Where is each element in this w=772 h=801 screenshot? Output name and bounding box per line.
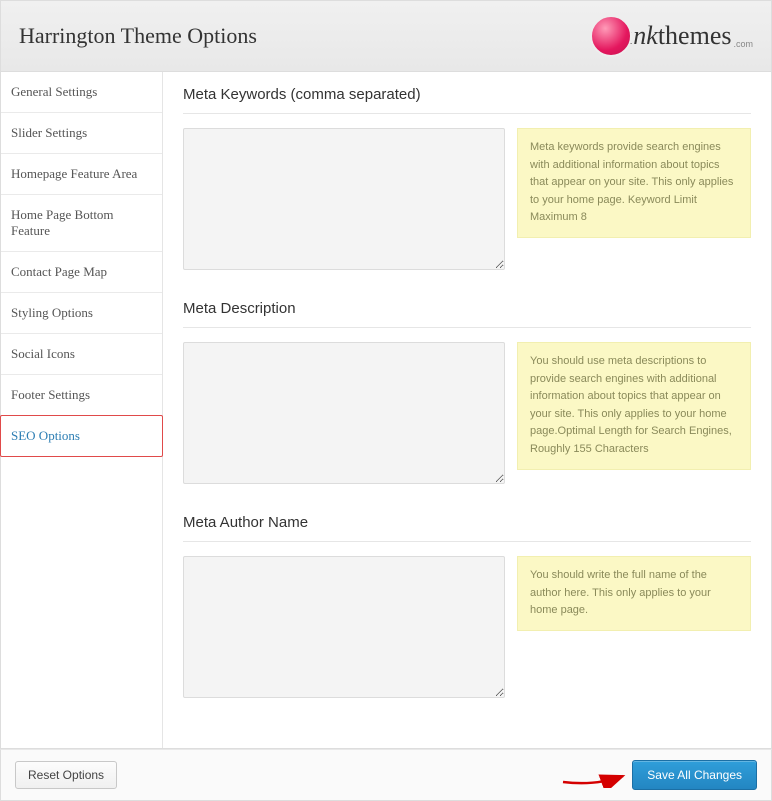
sidebar-item-contact-page-map[interactable]: Contact Page Map xyxy=(1,252,162,293)
logo-icon xyxy=(590,15,632,57)
header-bar: Harrington Theme Options ınkthemes .com xyxy=(0,0,772,72)
section-meta-description: Meta Description You should use meta des… xyxy=(183,300,751,484)
section-title: Meta Author Name xyxy=(183,514,751,542)
save-all-changes-button[interactable]: Save All Changes xyxy=(632,760,757,790)
content-area: Meta Keywords (comma separated) Meta key… xyxy=(163,72,771,748)
sidebar-item-social-icons[interactable]: Social Icons xyxy=(1,334,162,375)
main-panel: General Settings Slider Settings Homepag… xyxy=(0,72,772,749)
sidebar-item-homepage-feature-area[interactable]: Homepage Feature Area xyxy=(1,154,162,195)
sidebar-item-home-page-bottom-feature[interactable]: Home Page Bottom Feature xyxy=(1,195,162,252)
section-title: Meta Description xyxy=(183,300,751,328)
section-meta-author: Meta Author Name You should write the fu… xyxy=(183,514,751,698)
logo-text: ınkthemes xyxy=(626,21,731,51)
sidebar-item-slider-settings[interactable]: Slider Settings xyxy=(1,113,162,154)
sidebar-item-styling-options[interactable]: Styling Options xyxy=(1,293,162,334)
footer-bar: Reset Options Save All Changes xyxy=(0,749,772,801)
sidebar: General Settings Slider Settings Homepag… xyxy=(1,72,163,748)
sidebar-item-footer-settings[interactable]: Footer Settings xyxy=(1,375,162,416)
logo-domain: .com xyxy=(733,39,753,57)
reset-options-button[interactable]: Reset Options xyxy=(15,761,117,789)
meta-description-help: You should use meta descriptions to prov… xyxy=(517,342,751,470)
sidebar-item-general-settings[interactable]: General Settings xyxy=(1,72,162,113)
meta-author-input[interactable] xyxy=(183,556,505,698)
arrow-annotation-icon xyxy=(561,764,631,788)
sidebar-item-seo-options[interactable]: SEO Options xyxy=(0,415,163,457)
meta-author-help: You should write the full name of the au… xyxy=(517,556,751,631)
section-meta-keywords: Meta Keywords (comma separated) Meta key… xyxy=(183,86,751,270)
meta-description-input[interactable] xyxy=(183,342,505,484)
meta-keywords-help: Meta keywords provide search engines wit… xyxy=(517,128,751,238)
brand-logo: ınkthemes .com xyxy=(590,15,753,57)
page-title: Harrington Theme Options xyxy=(19,23,257,49)
section-title: Meta Keywords (comma separated) xyxy=(183,86,751,114)
meta-keywords-input[interactable] xyxy=(183,128,505,270)
